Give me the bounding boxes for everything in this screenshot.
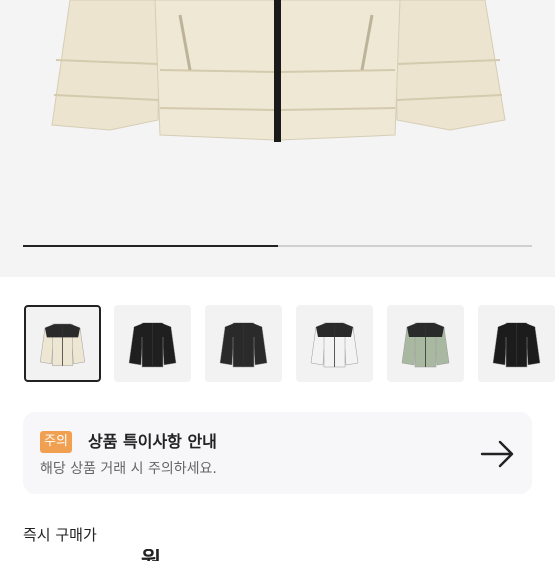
jacket-image <box>0 0 555 277</box>
jacket-thumbnail-icon <box>219 322 268 368</box>
jacket-thumbnail-icon <box>492 322 541 368</box>
notice-title: 상품 특이사항 안내 <box>88 432 217 451</box>
thumbnail-cream-puffer-jacket[interactable] <box>24 305 101 382</box>
jacket-thumbnail-icon <box>128 322 177 368</box>
gallery-progress-bar <box>23 245 532 247</box>
gallery-progress-fill <box>23 245 278 247</box>
buy-now-label: 즉시 구매가 <box>23 526 97 544</box>
notice-subtitle: 해당 상품 거래 시 주의하세요. <box>40 461 217 477</box>
caution-badge: 주의 <box>40 431 72 453</box>
jacket-thumbnail-icon <box>401 322 450 368</box>
thumbnail-glossy-black-puffer-jacket[interactable] <box>205 305 282 382</box>
thumbnail-strip[interactable] <box>0 305 555 385</box>
arrow-right-icon[interactable] <box>478 436 518 472</box>
thumbnail-black-puffer-jacket-2[interactable] <box>478 305 555 382</box>
product-image[interactable] <box>0 0 555 277</box>
thumbnail-white-puffer-jacket[interactable] <box>296 305 373 382</box>
buy-now-price: 원 <box>23 549 223 561</box>
jacket-thumbnail-icon <box>39 323 86 367</box>
jacket-thumbnail-icon <box>310 322 359 368</box>
product-notice-card[interactable]: 주의 상품 특이사항 안내 해당 상품 거래 시 주의하세요. <box>23 412 532 494</box>
price-unit: 원 <box>23 549 223 561</box>
thumbnail-black-puffer-jacket[interactable] <box>114 305 191 382</box>
thumbnail-sage-puffer-jacket[interactable] <box>387 305 464 382</box>
